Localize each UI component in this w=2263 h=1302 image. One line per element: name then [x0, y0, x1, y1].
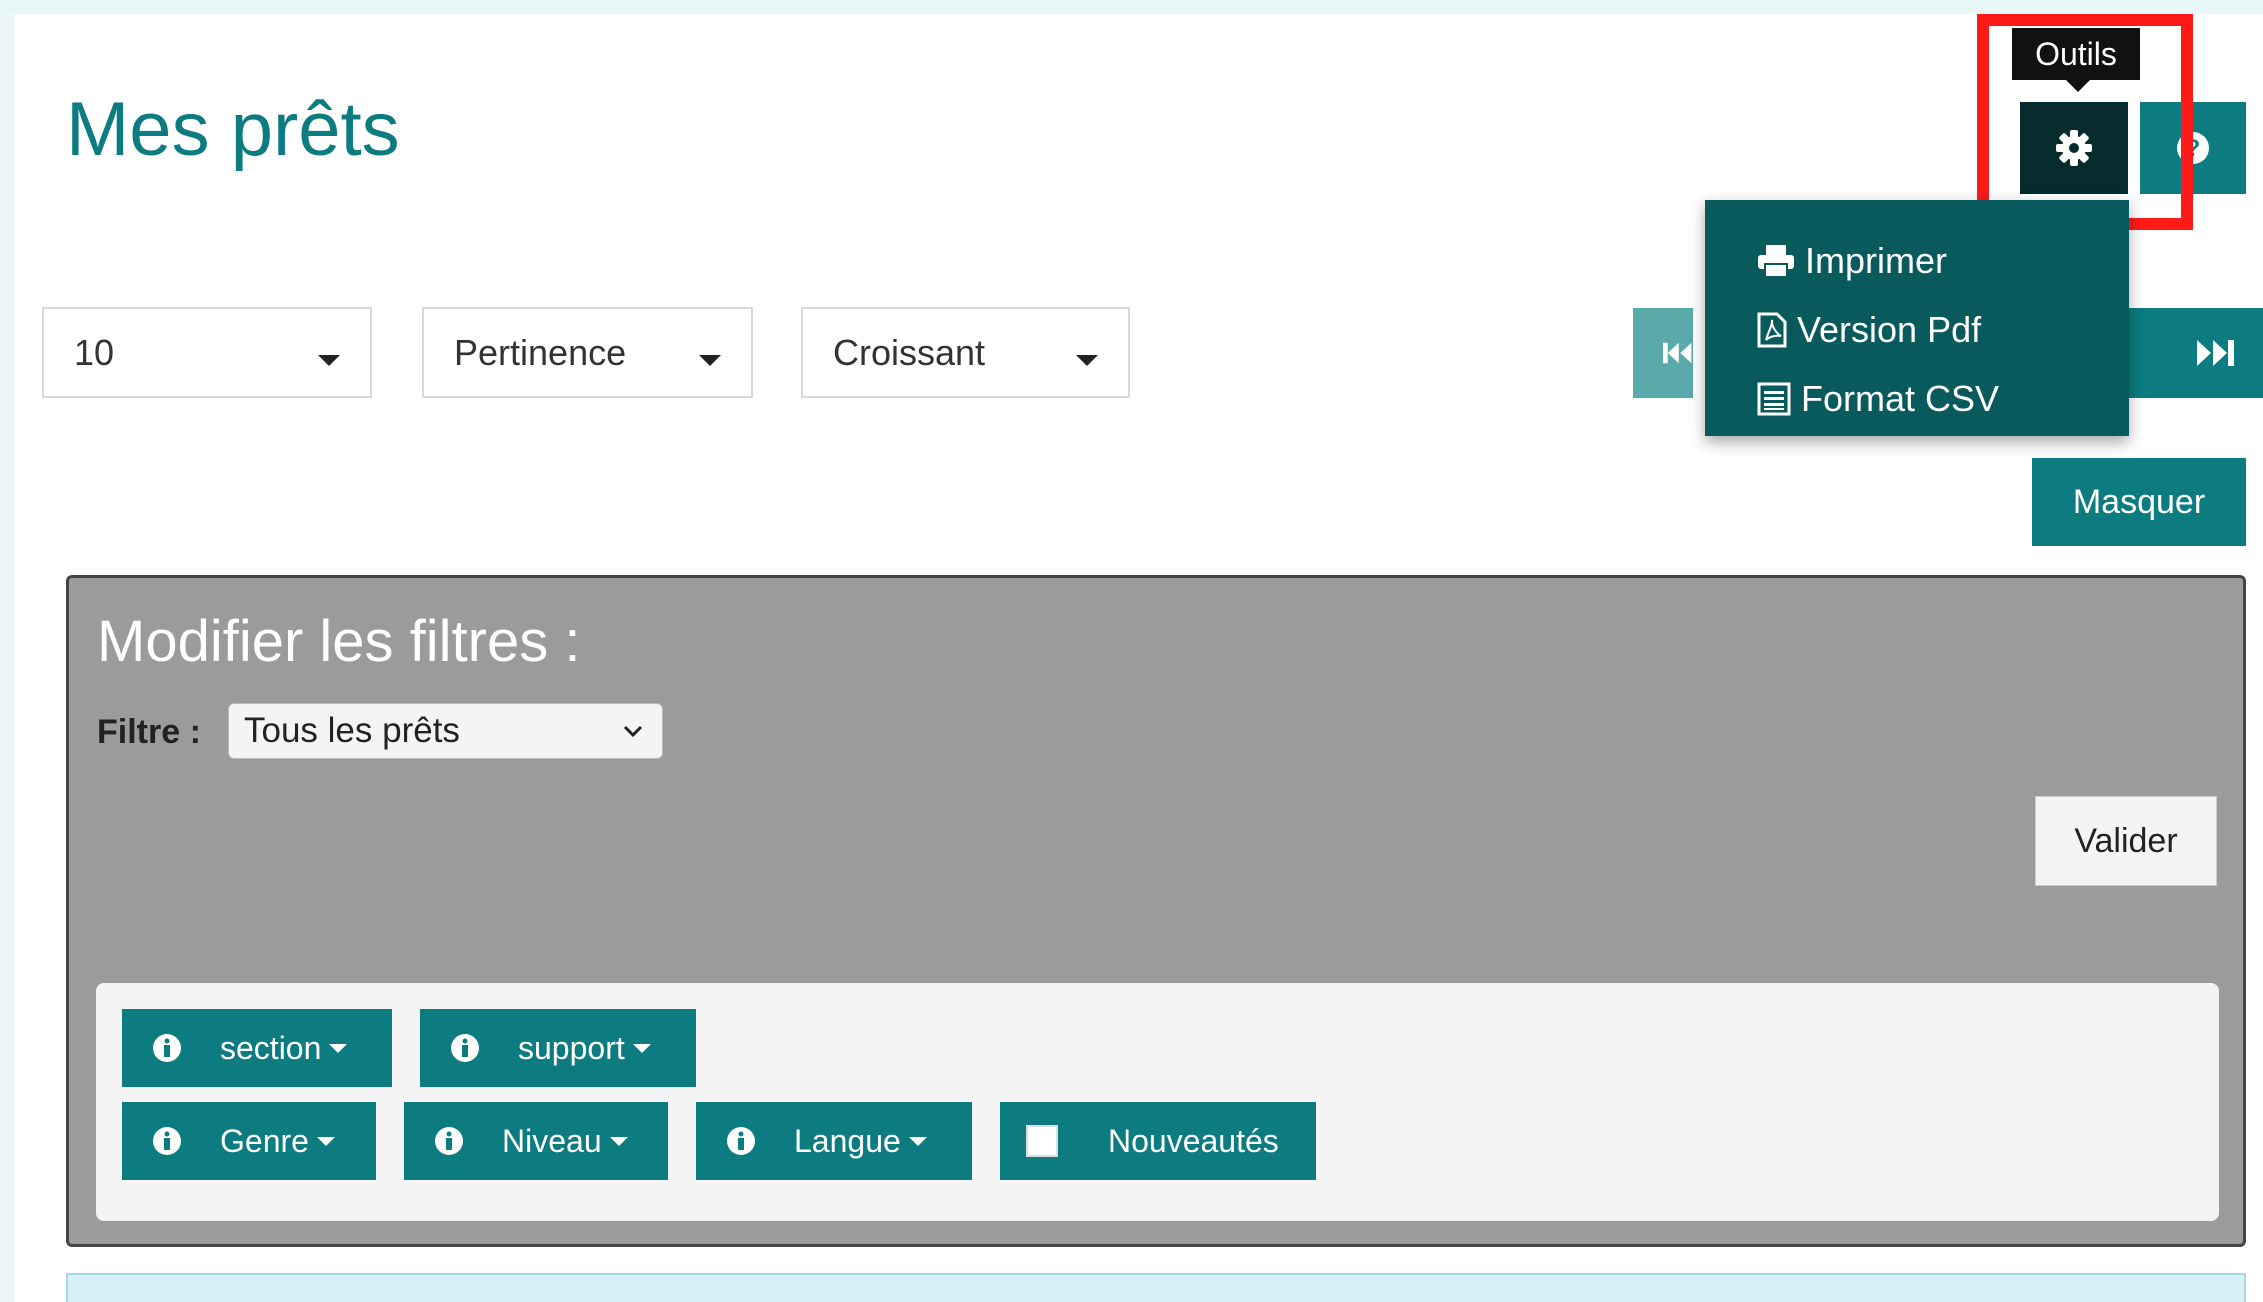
hide-button[interactable]: Masquer [2032, 458, 2246, 546]
sort-order-value: Croissant [833, 331, 986, 373]
fast-forward-icon [2197, 340, 2234, 366]
caret-down-icon [1076, 355, 1098, 366]
new-items-label: Nouveautés [1108, 1122, 1279, 1159]
menu-item-csv[interactable]: Format CSV [1705, 364, 2129, 433]
menu-item-pdf[interactable]: Version Pdf [1705, 295, 2129, 364]
caret-down-icon [329, 1043, 348, 1053]
highlight-box [1977, 14, 2193, 230]
facet-label: support [518, 1029, 625, 1066]
new-items-toggle[interactable]: Nouveautés [1000, 1102, 1316, 1180]
page-title: Mes prêts [66, 87, 400, 172]
menu-item-print[interactable]: Imprimer [1705, 226, 2129, 295]
sort-by-value: Pertinence [454, 331, 627, 373]
facet-genre[interactable]: Genre [122, 1102, 376, 1180]
menu-item-label: Imprimer [1805, 239, 1947, 281]
new-items-checkbox[interactable] [1026, 1125, 1058, 1157]
facet-section[interactable]: section [122, 1009, 392, 1087]
print-icon [1758, 244, 1794, 278]
info-icon [451, 1034, 479, 1062]
submit-button[interactable]: Valider [2035, 796, 2217, 886]
per-page-value: 10 [74, 331, 115, 373]
pdf-icon [1757, 312, 1787, 347]
per-page-select[interactable]: 10 [42, 307, 372, 398]
facet-langue[interactable]: Langue [696, 1102, 972, 1180]
tools-menu: Imprimer Version Pdf Format CSV [1705, 200, 2129, 436]
facet-label: Langue [794, 1122, 901, 1159]
caret-down-icon [908, 1136, 927, 1146]
menu-item-label: Version Pdf [1797, 308, 1982, 350]
facets-container: section support Genre Niveau Langue Nouv… [96, 983, 2219, 1221]
sort-order-select[interactable]: Croissant [801, 307, 1130, 398]
fast-backward-icon [1663, 342, 1692, 364]
info-icon [153, 1127, 181, 1155]
menu-item-label: Format CSV [1801, 377, 2000, 419]
sort-by-select[interactable]: Pertinence [422, 307, 753, 398]
filters-panel: Modifier les filtres : Filtre : Tous les… [66, 575, 2246, 1247]
filters-title: Modifier les filtres : [97, 609, 581, 674]
facet-label: section [220, 1029, 322, 1066]
filter-label: Filtre : [97, 713, 201, 751]
caret-down-icon [318, 355, 340, 366]
filter-select-value: Tous les prêts [244, 711, 460, 750]
caret-down-icon [632, 1043, 651, 1053]
caret-down-icon [316, 1136, 335, 1146]
caret-down-icon [699, 355, 721, 366]
csv-icon [1757, 382, 1791, 415]
info-icon [727, 1127, 755, 1155]
facet-label: Genre [220, 1122, 309, 1159]
facet-niveau[interactable]: Niveau [404, 1102, 668, 1180]
info-icon [153, 1034, 181, 1062]
facet-label: Niveau [502, 1122, 602, 1159]
last-page-button[interactable] [2128, 308, 2263, 398]
first-page-button[interactable] [1633, 308, 1693, 398]
chevron-down-icon [623, 725, 643, 738]
results-info-bar [66, 1273, 2246, 1302]
filter-select[interactable]: Tous les prêts [228, 703, 663, 759]
info-icon [435, 1127, 463, 1155]
facet-support[interactable]: support [420, 1009, 696, 1087]
caret-down-icon [609, 1136, 628, 1146]
